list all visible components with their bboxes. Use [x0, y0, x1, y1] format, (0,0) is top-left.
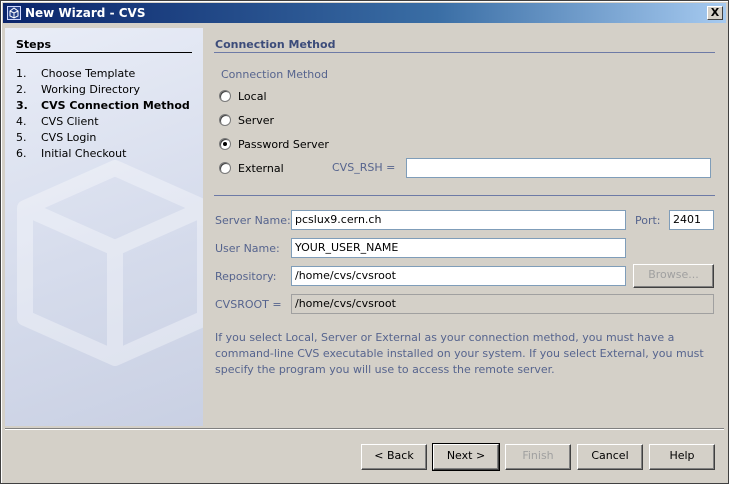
- title-bar[interactable]: New Wizard - CVS X: [3, 3, 726, 23]
- port-label: Port:: [635, 214, 661, 227]
- window-title: New Wizard - CVS: [25, 6, 146, 20]
- info-text: If you select Local, Server or External …: [215, 331, 704, 376]
- radio-button[interactable]: [219, 162, 231, 174]
- cvs-rsh-input[interactable]: [406, 158, 711, 178]
- server-name-label: Server Name:: [215, 214, 291, 227]
- steps-divider: [16, 52, 192, 53]
- back-button[interactable]: < Back: [361, 444, 427, 470]
- user-name-label: User Name:: [215, 242, 280, 255]
- step-item: 4. CVS Client: [16, 115, 99, 128]
- next-button[interactable]: Next >: [432, 443, 500, 471]
- help-button[interactable]: Help: [649, 444, 715, 470]
- repository-input[interactable]: /home/cvs/cvsroot: [291, 266, 626, 286]
- content-panel: Connection Method Connection Method Loca…: [214, 28, 720, 426]
- footer-divider-highlight: [5, 429, 724, 430]
- browse-button[interactable]: Browse...: [633, 264, 714, 288]
- close-button[interactable]: X: [707, 6, 723, 20]
- steps-panel: Steps 1. Choose Template 2. Working Direct…: [5, 28, 203, 426]
- step-item: 2. Working Directory: [16, 83, 141, 96]
- cvs-rsh-label: CVS_RSH =: [332, 161, 396, 174]
- cube-watermark-icon: [17, 160, 203, 366]
- radio-label: External: [238, 162, 284, 175]
- app-icon: [7, 6, 21, 20]
- server-name-input[interactable]: pcslux9.cern.ch: [291, 210, 626, 230]
- port-input[interactable]: 2401: [669, 210, 714, 230]
- cancel-button[interactable]: Cancel: [577, 444, 643, 470]
- step-item: 5. CVS Login: [16, 131, 97, 144]
- radio-label: Local: [238, 90, 267, 103]
- connection-method-group-label: Connection Method: [221, 68, 328, 81]
- user-name-input[interactable]: YOUR_USER_NAME: [291, 238, 626, 258]
- repository-label: Repository:: [215, 270, 277, 283]
- steps-title: Steps: [16, 38, 52, 51]
- section-divider: [214, 52, 715, 53]
- radio-button[interactable]: [219, 90, 231, 102]
- radio-label: Password Server: [238, 138, 329, 151]
- section-title: Connection Method: [215, 38, 336, 51]
- finish-button[interactable]: Finish: [505, 444, 571, 470]
- step-item: 1. Choose Template: [16, 67, 136, 80]
- close-icon: X: [710, 6, 720, 19]
- cvsroot-label: CVSROOT =: [215, 298, 282, 311]
- radio-button-selected[interactable]: [219, 138, 231, 150]
- form-divider: [214, 195, 715, 196]
- wizard-window: New Wizard - CVS X Steps 1. Choose Templa…: [0, 0, 729, 484]
- radio-button[interactable]: [219, 114, 231, 126]
- cvsroot-value: /home/cvs/cvsroot: [291, 294, 714, 314]
- radio-label: Server: [238, 114, 275, 127]
- step-item-current: 3. CVS Connection Method: [16, 99, 190, 112]
